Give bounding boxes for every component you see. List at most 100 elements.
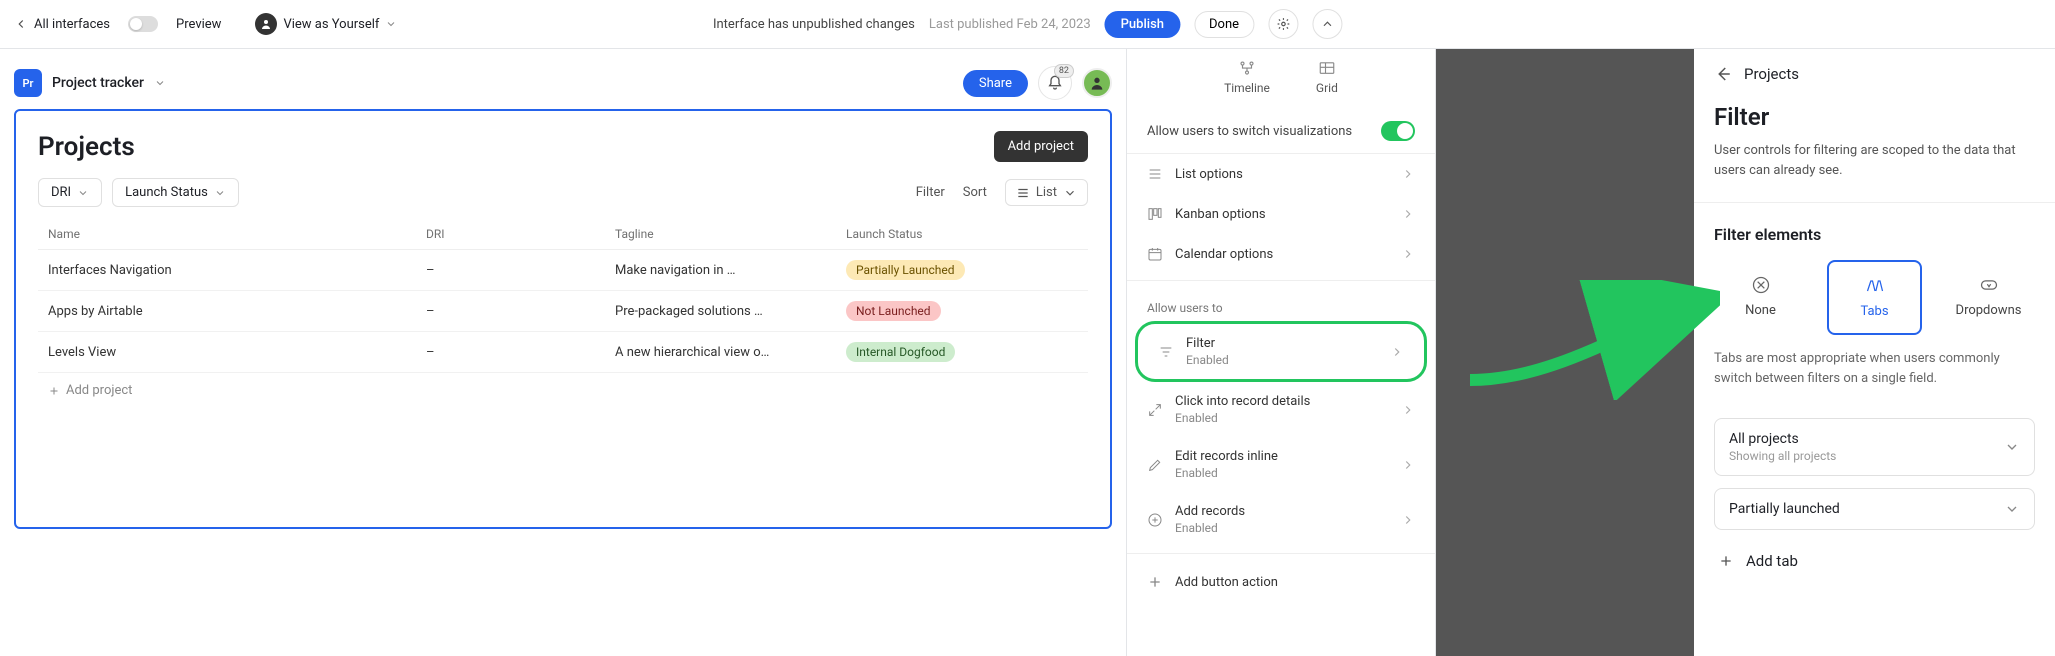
right-panel-head: Projects [1714, 65, 2035, 83]
rp-title: Filter [1714, 103, 2035, 131]
tab-box-partially-launched[interactable]: Partially launched [1714, 488, 2035, 530]
collapse-button[interactable] [1312, 9, 1342, 39]
kanban-options-row[interactable]: Kanban options [1127, 194, 1435, 234]
filter-opt-none[interactable]: None [1714, 260, 1807, 335]
cell-name: Interfaces Navigation [38, 250, 416, 291]
dri-filter-pill[interactable]: DRI [38, 178, 102, 207]
click-details-label: Click into record details [1175, 394, 1310, 409]
view-as-dropdown[interactable]: View as Yourself [255, 13, 397, 35]
viz-timeline[interactable]: Timeline [1224, 59, 1270, 95]
allow-switch-label: Allow users to switch visualizations [1147, 124, 1352, 139]
chevron-down-icon [385, 18, 397, 30]
add-tab-button[interactable]: Add tab [1714, 542, 2035, 580]
all-interfaces-label: All interfaces [34, 17, 110, 32]
preview-toggle[interactable] [128, 16, 158, 32]
filter-row-label: Filter [1186, 336, 1229, 351]
edit-inline-row[interactable]: Edit records inline Enabled [1127, 437, 1435, 492]
project-badge: Pr [14, 69, 42, 97]
plus-icon [48, 385, 60, 397]
viz-grid[interactable]: Grid [1316, 59, 1338, 95]
chevron-up-icon [1320, 17, 1334, 31]
filter-opt-tabs[interactable]: Tabs [1827, 260, 1922, 335]
cell-name: Levels View [38, 332, 416, 373]
click-details-row[interactable]: Click into record details Enabled [1127, 382, 1435, 437]
kanban-icon [1147, 206, 1163, 222]
arrow-left-icon [14, 17, 28, 31]
allow-switch-toggle[interactable] [1381, 121, 1415, 141]
notifications-button[interactable]: 82 [1038, 66, 1072, 100]
tab-box-all-projects[interactable]: All projects Showing all projects [1714, 418, 2035, 476]
gap-column [1436, 49, 1694, 656]
chevron-down-icon [214, 187, 226, 199]
status-badge: Partially Launched [846, 260, 965, 280]
dropdown-icon [1976, 275, 2002, 295]
breadcrumb[interactable]: Projects [1744, 65, 1799, 83]
list-icon [1016, 186, 1030, 200]
filter-opt-dropdowns-label: Dropdowns [1956, 303, 2022, 318]
chevron-right-icon [1401, 167, 1415, 181]
col-dri: DRI [416, 219, 605, 250]
settings-button[interactable] [1268, 9, 1298, 39]
add-project-button[interactable]: Add project [994, 131, 1088, 162]
table-row[interactable]: Levels View–A new hierarchical view o…In… [38, 332, 1088, 373]
project-tracker-dropdown[interactable]: Pr Project tracker [14, 69, 166, 97]
filter-link[interactable]: Filter [916, 185, 945, 200]
plus-icon [1718, 553, 1734, 569]
cell-dri: – [416, 291, 605, 332]
expand-icon [1147, 402, 1163, 418]
done-button[interactable]: Done [1194, 11, 1254, 38]
chevron-down-icon [154, 77, 166, 89]
plus-circle-icon [1147, 512, 1163, 528]
filter-icon [1158, 344, 1174, 360]
topbar-left: All interfaces Preview View as Yourself [14, 13, 397, 35]
rp-desc: User controls for filtering are scoped t… [1714, 141, 2035, 180]
user-avatar[interactable] [1082, 68, 1112, 98]
sort-link[interactable]: Sort [963, 185, 987, 200]
publish-button[interactable]: Publish [1105, 11, 1180, 38]
chevron-right-icon [1401, 207, 1415, 221]
table-row[interactable]: Apps by Airtable–Pre-packaged solutions … [38, 291, 1088, 332]
chevron-right-icon [1390, 345, 1404, 359]
tab1-sub: Showing all projects [1729, 449, 1836, 463]
edit-inline-sub: Enabled [1175, 466, 1278, 480]
view-mode-toggle[interactable]: List [1005, 179, 1088, 206]
preview-label: Preview [176, 17, 221, 32]
add-button-action[interactable]: Add button action [1127, 560, 1435, 604]
notification-count: 82 [1054, 64, 1074, 78]
rp-subtitle: Filter elements [1714, 225, 2035, 244]
click-details-sub: Enabled [1175, 411, 1310, 425]
add-project-row[interactable]: Add project [38, 373, 1088, 408]
calendar-options-row[interactable]: Calendar options [1127, 234, 1435, 274]
table-row[interactable]: Interfaces Navigation–Make navigation in… [38, 250, 1088, 291]
controls-row: DRI Launch Status Filter Sort List [38, 178, 1088, 207]
add-records-row[interactable]: Add records Enabled [1127, 492, 1435, 547]
add-project-row-label: Add project [66, 383, 132, 398]
tab2-title: Partially launched [1729, 501, 1840, 517]
share-button[interactable]: Share [963, 70, 1028, 97]
status-filter-pill[interactable]: Launch Status [112, 178, 239, 207]
controls-right: Filter Sort List [916, 179, 1088, 206]
all-interfaces-back[interactable]: All interfaces [14, 17, 110, 32]
tabs-note: Tabs are most appropriate when users com… [1714, 349, 2035, 388]
calendar-options-label: Calendar options [1175, 247, 1273, 262]
tab1-title: All projects [1729, 431, 1836, 447]
col-tagline: Tagline [605, 219, 836, 250]
list-options-row[interactable]: List options [1127, 154, 1435, 194]
list-options-label: List options [1175, 167, 1243, 182]
cell-status: Partially Launched [836, 250, 1088, 291]
canvas-block[interactable]: Projects Add project DRI Launch Status F… [14, 109, 1112, 529]
cell-status: Not Launched [836, 291, 1088, 332]
person-icon [1089, 75, 1105, 91]
chevron-right-icon [1401, 513, 1415, 527]
status-badge: Not Launched [846, 301, 941, 321]
topbar-center: Interface has unpublished changes Last p… [713, 9, 1342, 39]
filter-opt-dropdowns[interactable]: Dropdowns [1942, 260, 2035, 335]
chevron-down-icon [77, 187, 89, 199]
filter-row[interactable]: Filter Enabled [1138, 324, 1424, 379]
canvas-column: Pr Project tracker Share 82 Projects Add… [0, 49, 1127, 656]
canvas-header: Pr Project tracker Share 82 [14, 61, 1112, 105]
chevron-down-icon [1063, 186, 1077, 200]
kanban-options-label: Kanban options [1175, 207, 1266, 222]
timeline-icon [1236, 59, 1258, 77]
arrow-left-icon[interactable] [1714, 65, 1732, 83]
